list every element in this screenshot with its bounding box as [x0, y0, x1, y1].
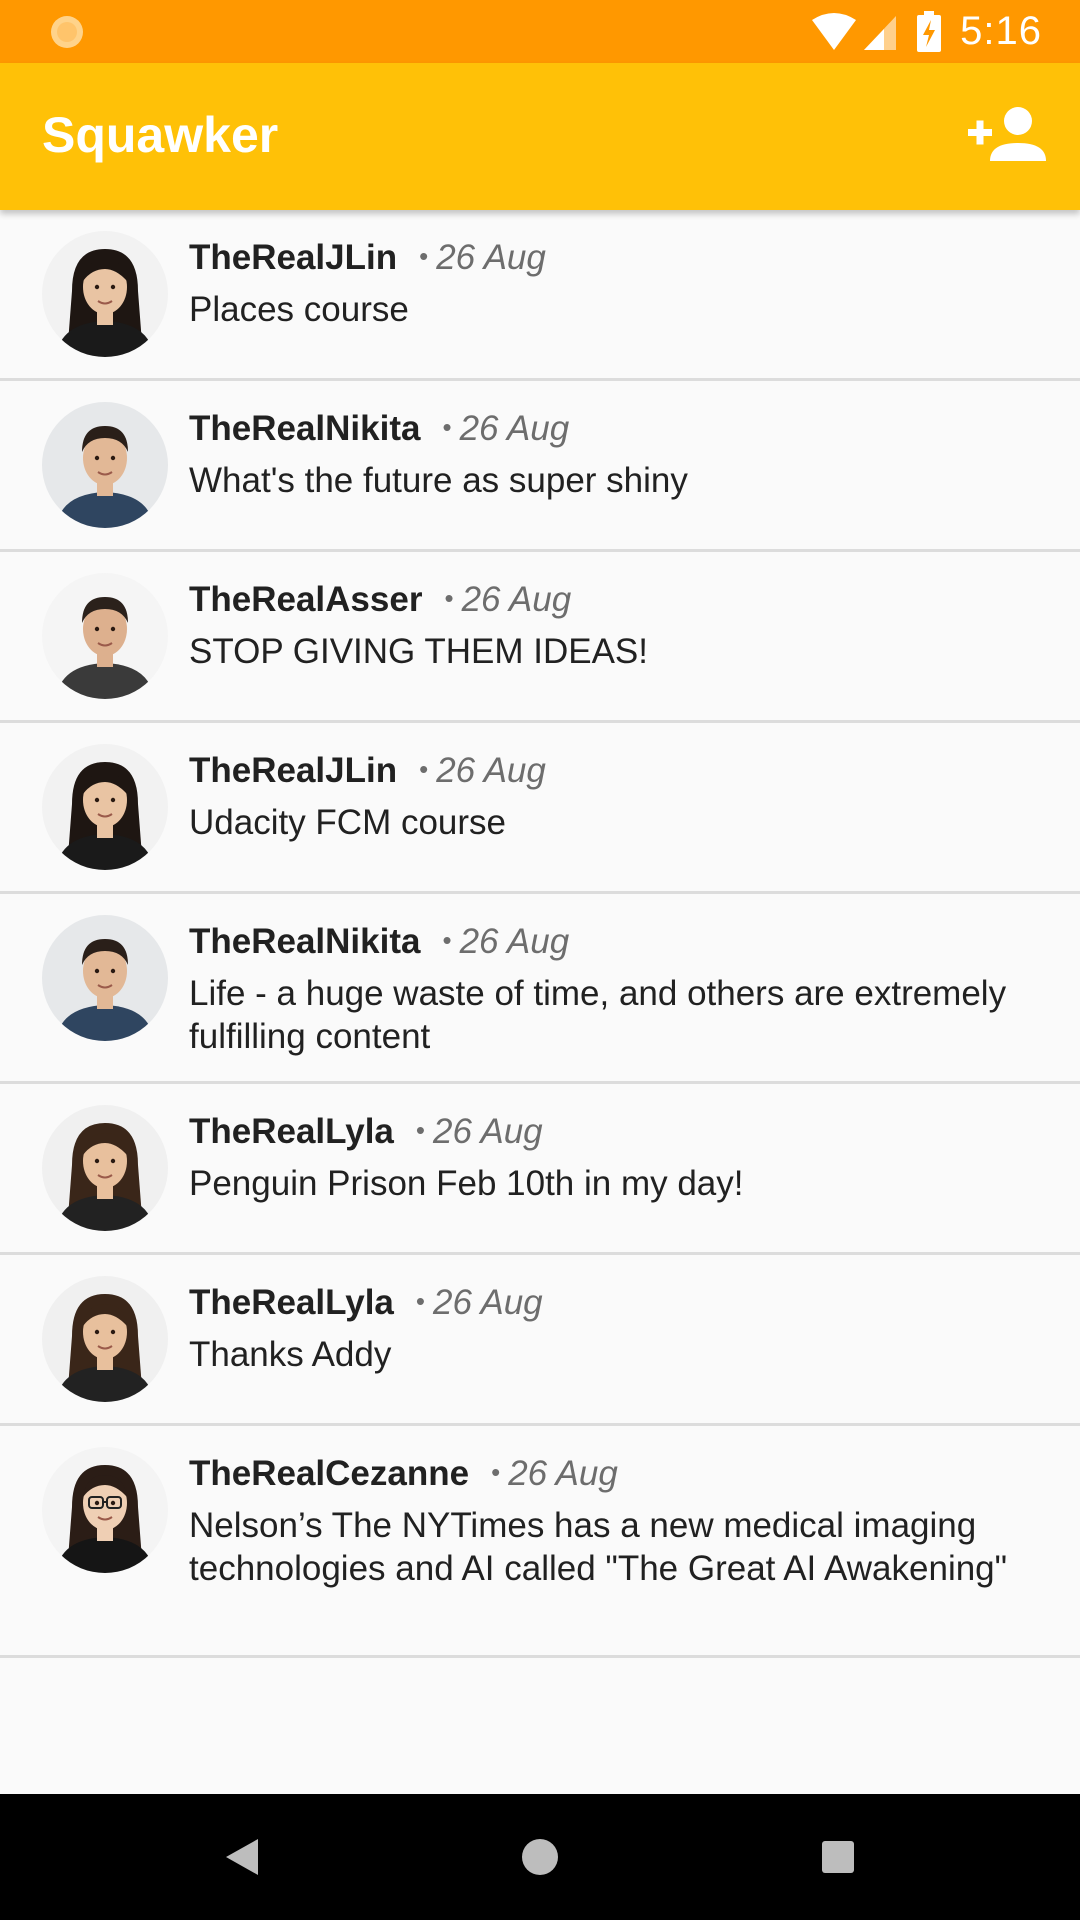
- squawk-content: TheRealAsser • 26 Aug STOP GIVING THEM IDEA…: [189, 580, 1040, 673]
- avatar: [42, 1105, 168, 1231]
- avatar: [42, 1276, 168, 1402]
- author-name: TheRealJLin: [189, 751, 398, 790]
- signal-icon: [864, 15, 897, 50]
- squawk-content: TheRealJLin • 26 Aug Udacity FCM course: [189, 751, 1040, 844]
- date-text: 26 Aug: [459, 409, 570, 448]
- avatar: [42, 915, 168, 1041]
- squawk-header: TheRealNikita • 26 Aug: [189, 409, 1040, 457]
- squawk-date: • 26 Aug: [419, 238, 546, 278]
- clock: 5:16: [960, 9, 1042, 53]
- squawk-message: Thanks Addy: [189, 1335, 392, 1374]
- squawk-header: TheRealCezanne • 26 Aug: [189, 1454, 1040, 1502]
- squawk-header: TheRealAsser • 26 Aug: [189, 580, 1040, 628]
- squawk-date: • 26 Aug: [419, 751, 546, 791]
- squawk-content: TheRealNikita • 26 Aug What's the future as…: [189, 409, 1040, 502]
- wifi-icon: [812, 12, 857, 50]
- app-title: Squawker: [42, 107, 279, 163]
- app-bar: Squawker: [0, 63, 1080, 210]
- status-icons: 5:16: [810, 0, 1042, 63]
- avatar: [42, 1447, 168, 1573]
- squawk-date: • 26 Aug: [491, 1454, 618, 1494]
- squawk-date: • 26 Aug: [416, 1283, 543, 1323]
- squawk-message: Nelson’s The NYTimes has a new medical i…: [189, 1506, 1008, 1588]
- date-text: 26 Aug: [461, 580, 572, 619]
- add-person-icon[interactable]: [968, 103, 1048, 167]
- separator-dot: •: [444, 583, 454, 613]
- date-text: 26 Aug: [508, 1454, 618, 1493]
- navigation-bar: [0, 1794, 1080, 1920]
- squawk-header: TheRealNikita • 26 Aug: [189, 922, 1040, 970]
- date-text: 26 Aug: [436, 751, 546, 790]
- squawk-row[interactable]: TheRealAsser • 26 Aug STOP GIVING THEM IDEA…: [0, 552, 1080, 723]
- squawk-header: TheRealLyla • 26 Aug: [189, 1112, 1040, 1160]
- squawk-header: TheRealJLin • 26 Aug: [189, 751, 1040, 799]
- squawk-list[interactable]: TheRealJLin • 26 Aug Places course TheRealNi…: [0, 210, 1080, 1658]
- squawk-message: Udacity FCM course: [189, 803, 507, 842]
- battery-charging-icon: [917, 10, 942, 52]
- author-name: TheRealJLin: [189, 238, 398, 277]
- squawk-content: TheRealLyla • 26 Aug Thanks Addy: [189, 1283, 1040, 1376]
- squawk-message: Penguin Prison Feb 10th in my day!: [189, 1164, 744, 1203]
- squawk-content: TheRealNikita • 26 Aug Life - a huge waste …: [189, 922, 1040, 1058]
- separator-dot: •: [442, 925, 452, 955]
- separator-dot: •: [415, 1286, 425, 1316]
- separator-dot: •: [419, 754, 429, 784]
- squawk-row[interactable]: TheRealLyla • 26 Aug Thanks Addy: [0, 1255, 1080, 1426]
- squawk-message: What's the future as super shiny: [189, 461, 688, 500]
- squawk-row[interactable]: TheRealJLin • 26 Aug Places course: [0, 210, 1080, 381]
- squawk-row[interactable]: TheRealCezanne • 26 Aug Nelson’s The NYTime…: [0, 1426, 1080, 1658]
- squawk-date: • 26 Aug: [444, 580, 571, 620]
- sun-icon: [51, 16, 83, 48]
- squawk-header: TheRealLyla • 26 Aug: [189, 1283, 1040, 1331]
- author-name: TheRealLyla: [189, 1283, 394, 1322]
- recents-icon[interactable]: [814, 1833, 862, 1881]
- squawk-content: TheRealLyla • 26 Aug Penguin Prison Feb 10t…: [189, 1112, 1040, 1205]
- separator-dot: •: [419, 241, 429, 271]
- squawk-row[interactable]: TheRealJLin • 26 Aug Udacity FCM course: [0, 723, 1080, 894]
- status-bar: 5:16: [0, 0, 1080, 63]
- screen: 5:16 Squawker TheRealJLin • 26 Aug Places c…: [0, 0, 1080, 1920]
- squawk-date: • 26 Aug: [416, 1112, 543, 1152]
- separator-dot: •: [415, 1115, 425, 1145]
- avatar: [42, 231, 168, 357]
- date-text: 26 Aug: [436, 238, 546, 277]
- avatar: [42, 573, 168, 699]
- squawk-header: TheRealJLin • 26 Aug: [189, 238, 1040, 286]
- squawk-message: STOP GIVING THEM IDEAS!: [189, 632, 648, 671]
- separator-dot: •: [491, 1457, 501, 1487]
- squawk-date: • 26 Aug: [442, 922, 569, 962]
- back-icon[interactable]: [218, 1833, 266, 1881]
- date-text: 26 Aug: [459, 922, 570, 961]
- squawk-row[interactable]: TheRealNikita • 26 Aug What's the future as…: [0, 381, 1080, 552]
- squawk-row[interactable]: TheRealNikita • 26 Aug Life - a huge waste …: [0, 894, 1080, 1084]
- squawk-content: TheRealJLin • 26 Aug Places course: [189, 238, 1040, 331]
- author-name: TheRealCezanne: [189, 1454, 470, 1493]
- author-name: TheRealNikita: [189, 922, 421, 961]
- author-name: TheRealAsser: [189, 580, 423, 619]
- squawk-row[interactable]: TheRealLyla • 26 Aug Penguin Prison Feb 10t…: [0, 1084, 1080, 1255]
- separator-dot: •: [442, 412, 452, 442]
- date-text: 26 Aug: [433, 1112, 543, 1151]
- squawk-content: TheRealCezanne • 26 Aug Nelson’s The NYTime…: [189, 1454, 1040, 1590]
- squawk-message: Life - a huge waste of time, and others …: [189, 974, 1007, 1056]
- date-text: 26 Aug: [433, 1283, 543, 1322]
- author-name: TheRealLyla: [189, 1112, 394, 1151]
- author-name: TheRealNikita: [189, 409, 421, 448]
- avatar: [42, 744, 168, 870]
- squawk-date: • 26 Aug: [442, 409, 569, 449]
- avatar: [42, 402, 168, 528]
- home-icon[interactable]: [516, 1833, 564, 1881]
- squawk-message: Places course: [189, 290, 409, 329]
